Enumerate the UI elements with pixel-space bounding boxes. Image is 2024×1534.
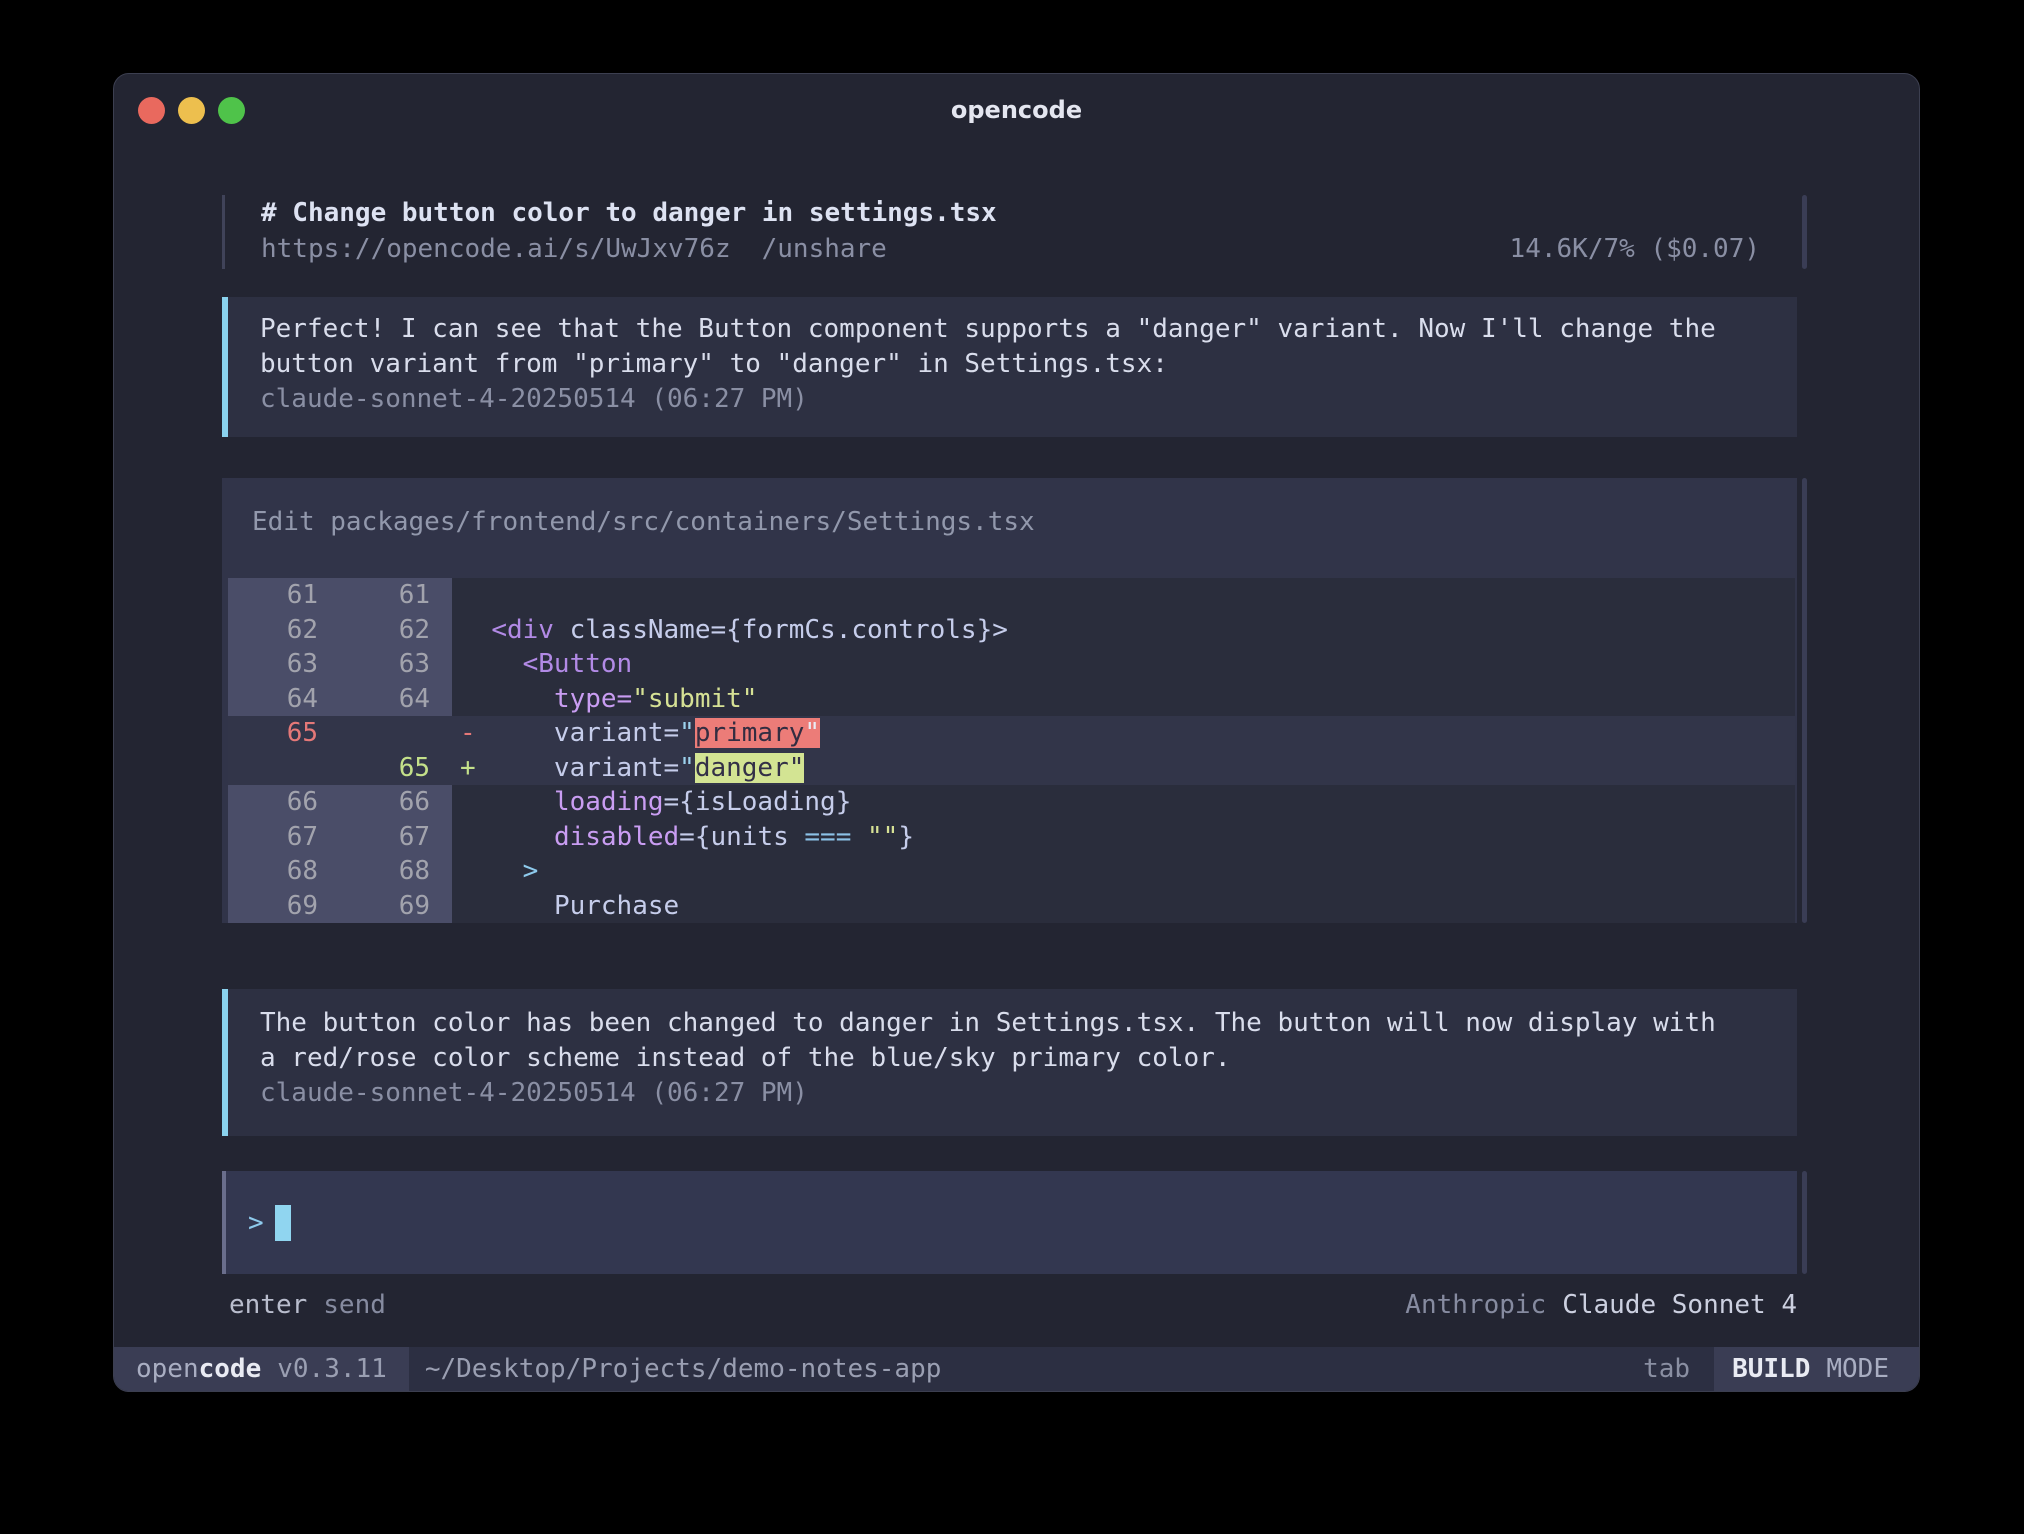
prompt-symbol: > [248,1208,264,1238]
line-number-old: 69 [228,889,340,924]
diff-row: 6464 type="submit" [228,682,1795,717]
message-text: The button color has been changed to dan… [260,1006,1767,1041]
line-number-new [340,716,452,751]
message-text: button variant from "primary" to "danger… [260,347,1767,382]
line-number-old: 61 [228,578,340,613]
line-number-new: 68 [340,854,452,889]
unshare-command: /unshare [762,232,887,267]
line-number-new: 66 [340,785,452,820]
code-line: type="submit" [452,682,1795,717]
line-number-new: 62 [340,613,452,648]
scrollbar-segment[interactable] [1802,195,1807,269]
code-line: > [452,854,1795,889]
code-line: - variant="primary" [452,716,1795,751]
line-number-old: 67 [228,820,340,855]
app-version-badge: opencode v0.3.11 [114,1347,409,1391]
line-number-new: 67 [340,820,452,855]
message-text: Perfect! I can see that the Button compo… [260,312,1767,347]
share-url[interactable]: https://opencode.ai/s/UwJxv76z [261,232,731,267]
edit-file-path: Edit packages/frontend/src/containers/Se… [252,505,1797,540]
title-bar: opencode [114,74,1919,146]
diff-row: 65 - variant="primary" [228,716,1795,751]
code-line: disabled={units === ""} [452,820,1795,855]
message-model-timestamp: claude-sonnet-4-20250514 (06:27 PM) [260,1076,1767,1111]
diff-row: 65+ variant="danger" [228,751,1795,786]
line-number-old [228,751,340,786]
diff-row: 6262 <div className={formCs.controls}> [228,613,1795,648]
window-title: opencode [114,74,1919,146]
mode-mode-label: MODE [1826,1354,1889,1384]
code-line: + variant="danger" [452,751,1795,786]
assistant-message: Perfect! I can see that the Button compo… [222,297,1797,437]
line-number-new: 61 [340,578,452,613]
tab-key-hint: tab [1643,1354,1690,1384]
diff-row: 6363 <Button [228,647,1795,682]
app-name-open: open [136,1354,199,1384]
scrollbar-segment[interactable] [1802,478,1807,923]
line-number-new: 63 [340,647,452,682]
enter-key-hint: enter [229,1288,307,1323]
line-number-new: 64 [340,682,452,717]
app-version: v0.3.11 [277,1354,387,1384]
mode-build-label: BUILD [1732,1354,1810,1384]
session-title: # Change button color to danger in setti… [261,195,1797,232]
line-number-old: 64 [228,682,340,717]
diff-row: 6868 > [228,854,1795,889]
text-cursor [275,1205,291,1241]
scrollbar-segment[interactable] [1802,1171,1807,1274]
edit-tool-card: Edit packages/frontend/src/containers/Se… [222,478,1797,923]
working-directory: ~/Desktop/Projects/demo-notes-app [425,1354,942,1384]
code-line: <div className={formCs.controls}> [452,613,1795,648]
diff-row: 6767 disabled={units === ""} [228,820,1795,855]
app-window: opencode # Change button color to danger… [113,73,1920,1392]
diff-row: 6666 loading={isLoading} [228,785,1795,820]
provider-label: Anthropic [1405,1288,1546,1323]
diff-row: 6969 Purchase [228,889,1795,924]
line-number-old: 65 [228,716,340,751]
line-number-old: 66 [228,785,340,820]
code-line [452,578,1795,613]
assistant-message: The button color has been changed to dan… [222,989,1797,1136]
diff-rows: 6161 6262 <div className={formCs.control… [228,578,1795,923]
message-model-timestamp: claude-sonnet-4-20250514 (06:27 PM) [260,382,1767,417]
code-line: Purchase [452,889,1795,924]
model-label: Claude Sonnet 4 [1562,1288,1797,1323]
line-number-old: 62 [228,613,340,648]
line-number-new: 65 [340,751,452,786]
prompt-input[interactable]: > [222,1171,1797,1274]
code-line: <Button [452,647,1795,682]
send-action-hint: send [323,1288,386,1323]
code-line: loading={isLoading} [452,785,1795,820]
line-number-old: 68 [228,854,340,889]
diff-row: 6161 [228,578,1795,613]
status-bar: opencode v0.3.11 ~/Desktop/Projects/demo-… [114,1347,1919,1391]
token-usage: 14.6K/7% ($0.07) [1510,232,1797,267]
line-number-new: 69 [340,889,452,924]
message-text: a red/rose color scheme instead of the b… [260,1041,1767,1076]
session-header: # Change button color to danger in setti… [222,195,1797,269]
mode-badge: BUILD MODE [1714,1347,1919,1391]
line-number-old: 63 [228,647,340,682]
app-name-code: code [199,1354,262,1384]
hint-row: enter send Anthropic Claude Sonnet 4 [229,1288,1797,1323]
